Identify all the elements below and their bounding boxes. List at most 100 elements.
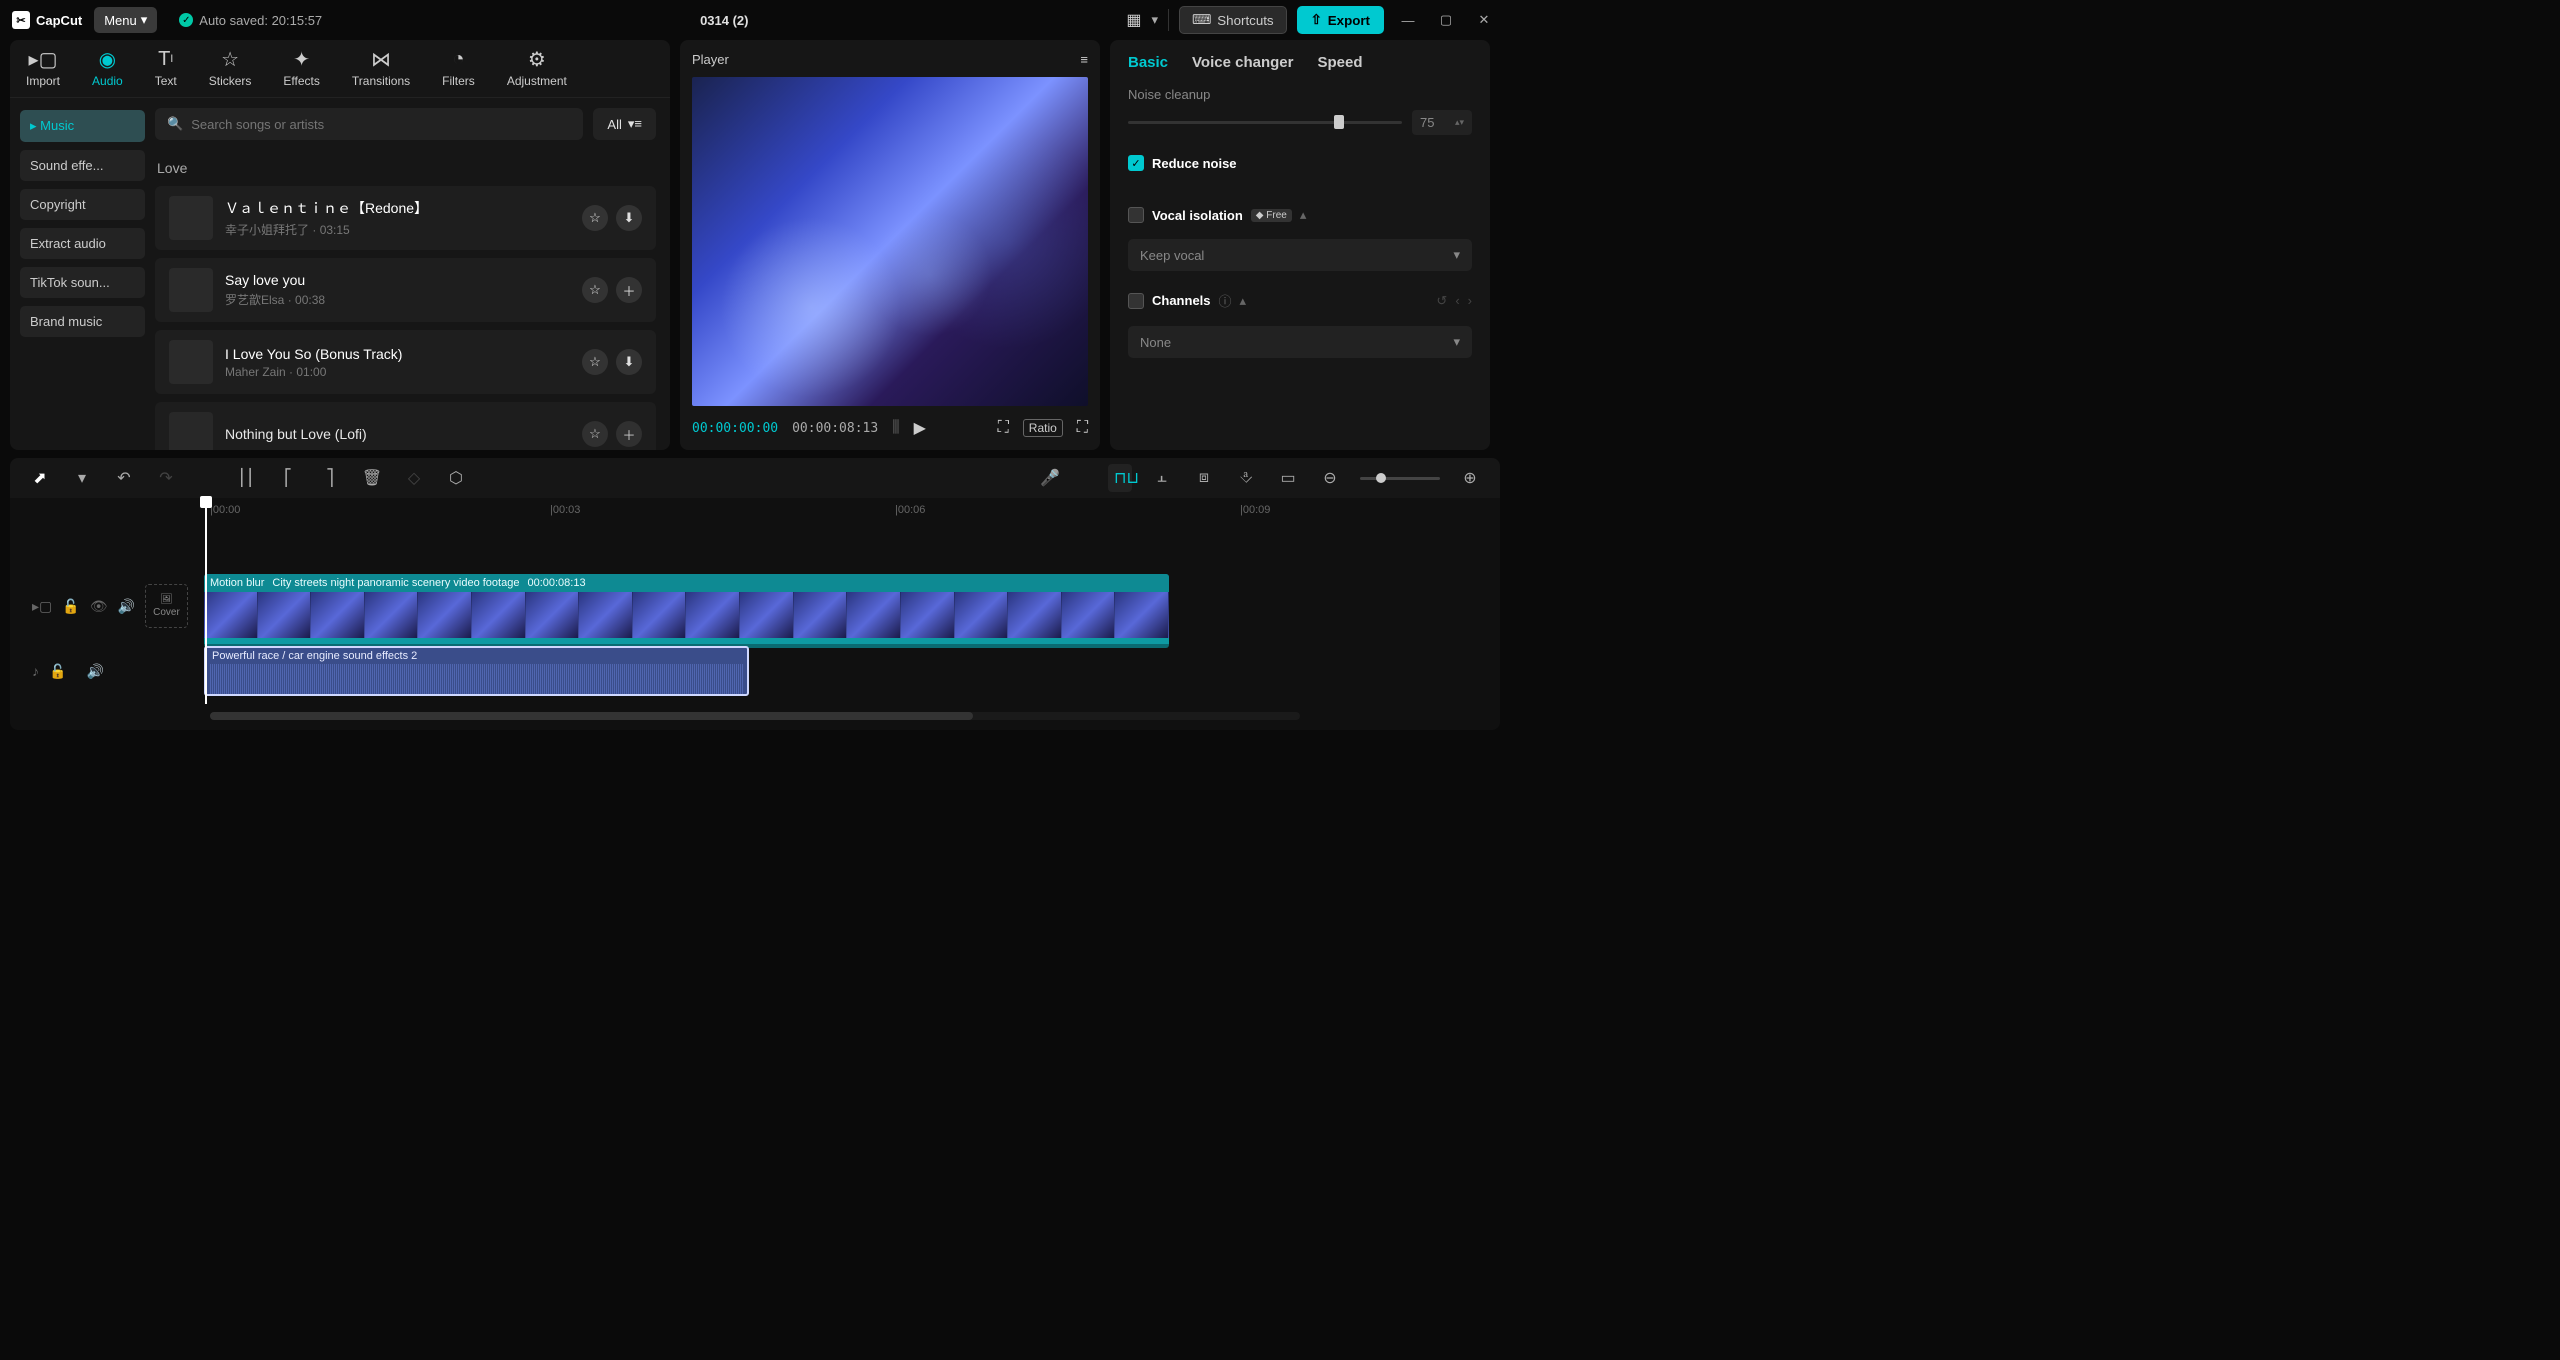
speaker-icon[interactable]: 🔊 — [86, 663, 103, 680]
filter-all-button[interactable]: All ▾≡ — [593, 108, 656, 140]
track-item[interactable]: Say love you 罗艺歆Elsa · 00:38 ☆ ＋ — [155, 258, 656, 322]
play-button[interactable]: ▶ — [914, 418, 926, 438]
info-icon[interactable]: ⓘ — [1219, 291, 1232, 310]
reduce-noise-row[interactable]: ✓ Reduce noise — [1128, 155, 1472, 171]
crop-icon[interactable]: ⛶ — [998, 419, 1009, 437]
project-title[interactable]: 0314 (2) — [334, 13, 1114, 28]
inspector-tab-basic[interactable]: Basic — [1128, 54, 1168, 71]
minimize-button[interactable]: — — [1394, 6, 1422, 34]
chevron-up-icon[interactable]: ▴ — [1300, 207, 1307, 223]
link-tool[interactable]: ⧈ — [1192, 469, 1216, 487]
music-note-icon[interactable]: ♪ — [32, 663, 39, 679]
delete-tool[interactable]: 🗑 — [360, 468, 384, 488]
grid-icon[interactable]: ⫼ — [892, 419, 899, 437]
zoom-in-button[interactable]: ⊕ — [1458, 468, 1482, 488]
scrollbar-thumb[interactable] — [210, 712, 973, 720]
sidebar-item-copyright[interactable]: Copyright — [20, 189, 145, 220]
lock-icon[interactable]: 🔓 — [62, 598, 79, 615]
tab-adjustment[interactable]: ⚙ Adjustment — [491, 48, 583, 97]
menu-button[interactable]: Menu ▾ — [94, 7, 157, 33]
zoom-out-button[interactable]: ⊖ — [1318, 468, 1342, 488]
timeline-scrollbar[interactable] — [210, 712, 1300, 720]
tab-import[interactable]: ▸▢ Import — [10, 48, 76, 97]
mic-icon[interactable]: 🎤 — [1038, 468, 1062, 488]
marker-tool[interactable]: ⬡ — [444, 468, 468, 488]
tab-audio[interactable]: ◉ Audio — [76, 48, 139, 97]
chevron-up-icon[interactable]: ▴ — [1240, 293, 1247, 309]
favorite-button[interactable]: ☆ — [582, 421, 608, 447]
export-button[interactable]: ⇧ Export — [1297, 6, 1384, 34]
sidebar-item-extract-audio[interactable]: Extract audio — [20, 228, 145, 259]
tab-transitions[interactable]: ⋈ Transitions — [336, 48, 426, 97]
prev-icon[interactable]: ‹ — [1455, 293, 1459, 308]
shortcuts-button[interactable]: ⌨ Shortcuts — [1179, 6, 1287, 34]
favorite-button[interactable]: ☆ — [582, 349, 608, 375]
reset-icon[interactable]: ↺ — [1436, 293, 1447, 309]
selection-tool[interactable]: ⬈ — [28, 468, 52, 488]
undo-button[interactable]: ↶ — [112, 468, 136, 488]
video-preview[interactable] — [692, 77, 1088, 406]
split-tool[interactable]: ⎮⎮ — [234, 468, 258, 488]
vocal-isolation-checkbox[interactable] — [1128, 207, 1144, 223]
zoom-slider[interactable] — [1360, 477, 1440, 480]
tab-effects[interactable]: ✦ Effects — [267, 48, 335, 97]
add-button[interactable]: ＋ — [616, 421, 642, 447]
playhead[interactable] — [205, 498, 207, 704]
download-button[interactable]: ⬇ — [616, 205, 642, 231]
track-toggle-icon[interactable]: ▸▢ — [32, 598, 52, 615]
selection-dropdown[interactable]: ▾ — [70, 468, 94, 488]
inspector-tab-voice-changer[interactable]: Voice changer — [1192, 54, 1293, 71]
vocal-isolation-row[interactable]: Vocal isolation ◆ Free ▴ — [1128, 207, 1472, 223]
track-item[interactable]: Nothing but Love (Lofi) ☆ ＋ — [155, 402, 656, 450]
tab-filters[interactable]: ◔ Filters — [426, 48, 491, 97]
trim-right-tool[interactable]: ⎤ — [318, 468, 342, 488]
preview-tool[interactable]: ⎀ — [1234, 469, 1258, 487]
redo-button[interactable]: ↷ — [154, 468, 178, 488]
sidebar-item-music[interactable]: ▸ Music — [20, 110, 145, 142]
download-button[interactable]: ⬇ — [616, 349, 642, 375]
tool-5[interactable]: ◇ — [402, 468, 426, 488]
layout-icon[interactable]: ▦ — [1126, 10, 1141, 30]
stepper-icon[interactable]: ▴▾ — [1455, 117, 1464, 128]
align-tool[interactable]: ⫠ — [1150, 469, 1174, 487]
tab-stickers[interactable]: ☆ Stickers — [193, 48, 268, 97]
track-item[interactable]: I Love You So (Bonus Track) Maher Zain ·… — [155, 330, 656, 394]
sidebar-item-brand-music[interactable]: Brand music — [20, 306, 145, 337]
close-button[interactable]: ✕ — [1470, 6, 1498, 34]
reduce-noise-checkbox[interactable]: ✓ — [1128, 155, 1144, 171]
track-display-tool[interactable]: ▭ — [1276, 468, 1300, 488]
eye-icon[interactable]: 👁 — [90, 598, 108, 615]
ratio-button[interactable]: Ratio — [1023, 419, 1063, 437]
channels-checkbox[interactable] — [1128, 293, 1144, 309]
vocal-isolation-dropdown[interactable]: Keep vocal ▾ — [1128, 239, 1472, 271]
search-box[interactable]: 🔍 — [155, 108, 583, 140]
channels-dropdown[interactable]: None ▾ — [1128, 326, 1472, 358]
magnet-tool[interactable]: ⊓⊔ — [1108, 464, 1132, 492]
chevron-down-icon[interactable]: ▾ — [1152, 12, 1159, 28]
fullscreen-icon[interactable]: ⛶ — [1077, 419, 1088, 437]
audio-clip[interactable]: Powerful race / car engine sound effects… — [204, 646, 749, 696]
next-icon[interactable]: › — [1468, 293, 1472, 308]
trim-left-tool[interactable]: ⎡ — [276, 468, 300, 488]
noise-cleanup-slider[interactable] — [1128, 121, 1402, 124]
lock-icon[interactable]: 🔓 — [49, 663, 66, 680]
cover-button[interactable]: 🖼 Cover — [145, 584, 188, 628]
search-input[interactable] — [191, 117, 571, 132]
favorite-button[interactable]: ☆ — [582, 205, 608, 231]
inspector-tab-speed[interactable]: Speed — [1317, 54, 1362, 71]
video-lane[interactable]: Motion blur City streets night panoramic… — [204, 574, 1486, 638]
track-item[interactable]: Ｖａｌｅｎｔｉｎｅ【Redone】 幸子小姐拜托了 · 03:15 ☆ ⬇ — [155, 186, 656, 250]
speaker-icon[interactable]: 🔊 — [117, 598, 134, 615]
video-clip[interactable]: Motion blur City streets night panoramic… — [204, 574, 1169, 648]
maximize-button[interactable]: ▢ — [1432, 6, 1460, 34]
noise-cleanup-value[interactable]: 75 ▴▾ — [1412, 110, 1472, 135]
sidebar-item-sound-effects[interactable]: Sound effe... — [20, 150, 145, 181]
audio-lane[interactable]: Powerful race / car engine sound effects… — [204, 646, 1486, 696]
sidebar-item-tiktok-sounds[interactable]: TikTok soun... — [20, 267, 145, 298]
timeline-ruler[interactable]: |00:00 |00:03 |00:06 |00:09 — [10, 498, 1500, 524]
add-button[interactable]: ＋ — [616, 277, 642, 303]
player-menu-icon[interactable]: ≡ — [1080, 52, 1088, 67]
channels-row[interactable]: Channels ⓘ ▴ ↺ ‹ › — [1128, 291, 1472, 310]
tab-text[interactable]: TI Text — [139, 48, 193, 97]
favorite-button[interactable]: ☆ — [582, 277, 608, 303]
